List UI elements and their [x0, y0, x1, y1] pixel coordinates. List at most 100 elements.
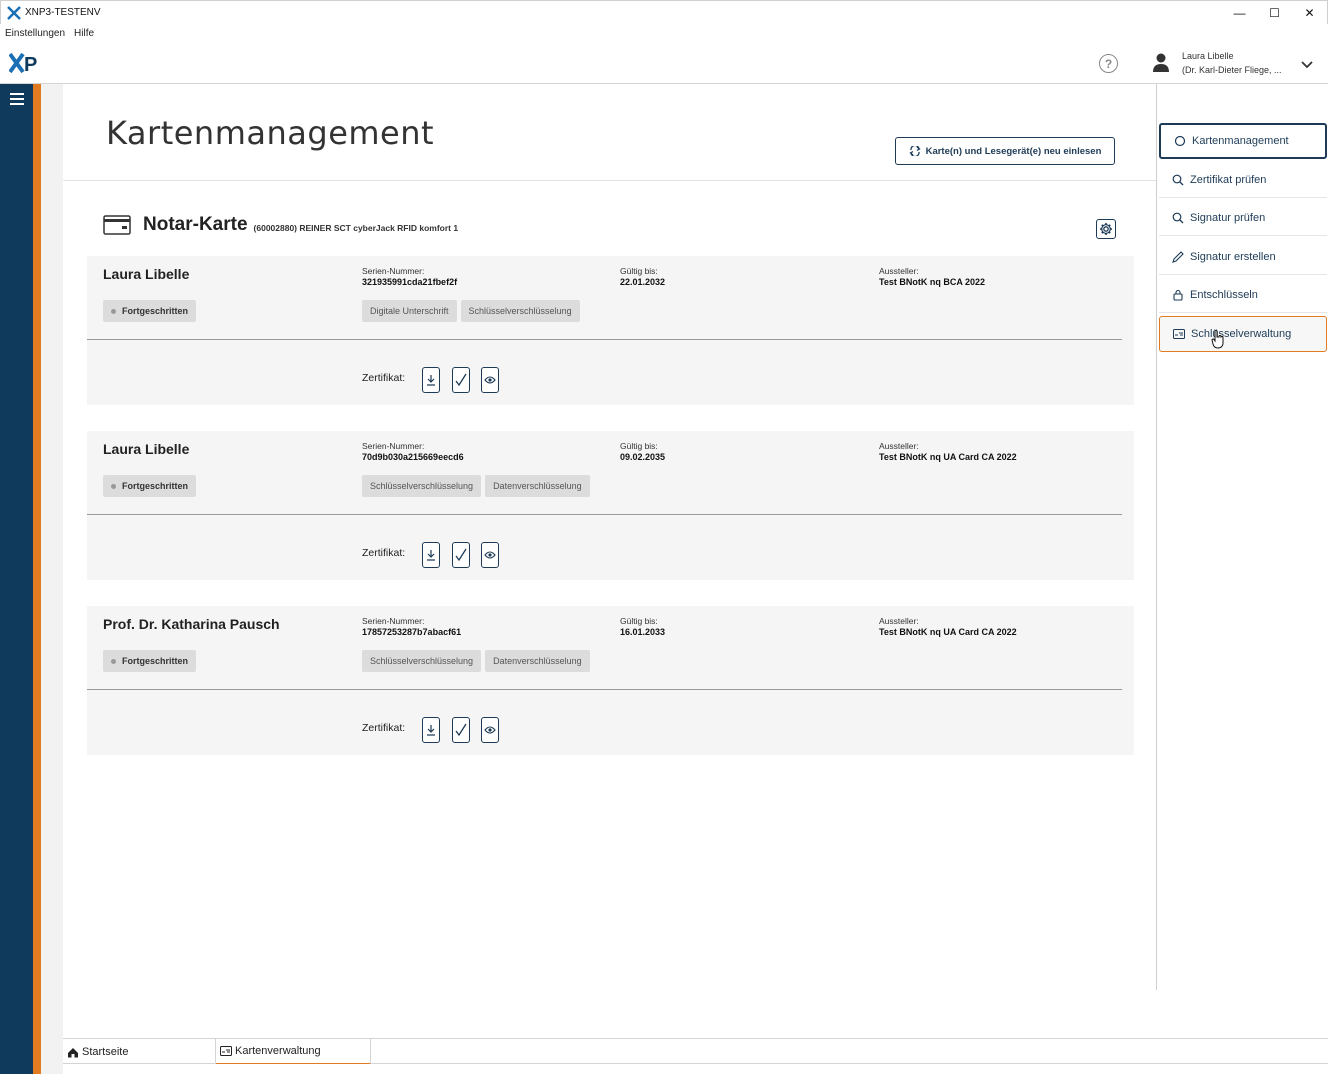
sidebar-item-schluesselverwaltung[interactable]: Schlüsselverwaltung: [1159, 316, 1327, 352]
bottom-tab-bar: Startseite Kartenverwaltung: [63, 1038, 1328, 1065]
verify-certificate-button[interactable]: [452, 717, 470, 743]
security-level-badge: Fortgeschritten: [103, 300, 197, 322]
search-icon: [1171, 173, 1184, 186]
eye-icon: [484, 551, 496, 559]
valid-until-label: Gültig bis:: [620, 616, 658, 626]
sidebar-item-label: Signatur erstellen: [1190, 250, 1276, 263]
certificate-holder-name: Laura Libelle: [103, 441, 190, 457]
help-icon[interactable]: ?: [1099, 54, 1118, 73]
issuer-value: Test BNotK nq UA Card CA 2022: [879, 452, 1017, 462]
card-icon: [220, 1045, 232, 1057]
certificate-holder-name: Laura Libelle: [103, 266, 190, 282]
card-reader-info: (60002880) REINER SCT cyberJack RFID kom…: [253, 222, 459, 233]
level-label: Fortgeschritten: [122, 306, 189, 316]
serial-value: 17857253287b7abacf61: [362, 627, 462, 637]
security-level-badge: Fortgeschritten: [103, 475, 197, 497]
divider: [87, 689, 1122, 690]
sidebar-item-label: Zertifikat prüfen: [1190, 173, 1267, 186]
app-logo-icon: [7, 5, 21, 20]
gear-icon: [1100, 223, 1112, 235]
minimize-button[interactable]: —: [1222, 1, 1257, 25]
maximize-button[interactable]: ☐: [1257, 1, 1292, 25]
verify-certificate-button[interactable]: [452, 367, 470, 393]
level-label: Fortgeschritten: [122, 656, 189, 666]
usage-tag: Datenverschlüsselung: [485, 475, 590, 497]
sidebar-item-signatur-erstellen[interactable]: Signatur erstellen: [1159, 239, 1327, 275]
serial-value: 321935991cda21fbef2f: [362, 277, 458, 287]
issuer-label: Aussteller:: [879, 616, 919, 626]
divider: [87, 514, 1122, 515]
page-title: Kartenmanagement: [106, 114, 435, 152]
pen-icon: [1171, 250, 1184, 263]
valid-until-label: Gültig bis:: [620, 266, 658, 276]
lock-icon: [1171, 288, 1184, 301]
main-content: Kartenmanagement Karte(n) und Lesegerät(…: [63, 84, 1156, 1037]
user-avatar-icon: [1152, 53, 1170, 73]
level-label: Fortgeschritten: [122, 481, 189, 491]
divider: [87, 339, 1122, 340]
sidebar-item-label: Signatur prüfen: [1190, 211, 1266, 224]
xnp-logo: P: [8, 51, 49, 76]
serial-label: Serien-Nummer:: [362, 266, 425, 276]
action-sidebar: Kartenmanagement Zertifikat prüfen Signa…: [1156, 84, 1328, 990]
security-level-badge: Fortgeschritten: [103, 650, 197, 672]
tab-label: Kartenverwaltung: [235, 1045, 321, 1057]
download-certificate-button[interactable]: [422, 367, 440, 393]
sidebar-item-signatur-pruefen[interactable]: Signatur prüfen: [1159, 200, 1327, 236]
view-certificate-button[interactable]: [481, 717, 499, 743]
status-strip: [63, 1064, 1328, 1074]
sidebar-item-zertifikat-pruefen[interactable]: Zertifikat prüfen: [1159, 162, 1327, 198]
certificate-label: Zertifikat:: [362, 372, 406, 384]
usage-tag: Schlüsselverschlüsselung: [362, 650, 482, 672]
menu-bar: Einstellungen Hilfe: [0, 24, 1328, 43]
card-settings-button[interactable]: [1096, 219, 1116, 239]
menu-einstellungen[interactable]: Einstellungen: [5, 28, 65, 39]
view-certificate-button[interactable]: [481, 367, 499, 393]
download-icon: [427, 725, 435, 736]
issuer-label: Aussteller:: [879, 441, 919, 451]
serial-label: Serien-Nummer:: [362, 441, 425, 451]
serial-value: 70d9b030a215669eecd6: [362, 452, 464, 462]
reload-cards-button[interactable]: Karte(n) und Lesegerät(e) neu einlesen: [895, 137, 1115, 165]
usage-tag: Schlüsselverschlüsselung: [460, 300, 580, 322]
divider: [63, 180, 1156, 181]
usage-tag: Schlüsselverschlüsselung: [362, 475, 482, 497]
tab-kartenverwaltung[interactable]: Kartenverwaltung: [216, 1039, 371, 1065]
left-rail: [0, 84, 33, 1074]
close-button[interactable]: ✕: [1292, 1, 1327, 25]
valid-until-label: Gültig bis:: [620, 441, 658, 451]
certificate-label: Zertifikat:: [362, 722, 406, 734]
issuer-value: Test BNotK nq UA Card CA 2022: [879, 627, 1017, 637]
sidebar-item-entschluesseln[interactable]: Entschlüsseln: [1159, 277, 1327, 313]
issuer-label: Aussteller:: [879, 266, 919, 276]
search-icon: [1171, 211, 1184, 224]
home-icon: [67, 1046, 79, 1058]
window-titlebar: XNP3-TESTENV — ☐ ✕: [0, 0, 1328, 24]
svg-text:P: P: [24, 54, 37, 75]
tab-startseite[interactable]: Startseite: [63, 1039, 216, 1065]
usage-tag: Digitale Unterschrift: [362, 300, 457, 322]
download-certificate-button[interactable]: [422, 717, 440, 743]
sidebar-item-kartenmanagement[interactable]: Kartenmanagement: [1159, 123, 1327, 159]
menu-hilfe[interactable]: Hilfe: [74, 28, 94, 39]
card-header: Notar-Karte (60002880) REINER SCT cyberJ…: [103, 212, 458, 238]
checkmark-icon: [455, 723, 467, 737]
chevron-down-icon[interactable]: [1300, 57, 1314, 69]
sidebar-item-label: Schlüsselverwaltung: [1191, 328, 1292, 340]
valid-until-value: 22.01.2032: [620, 277, 666, 287]
eye-icon: [484, 726, 496, 734]
checkmark-icon: [455, 373, 467, 387]
usage-tag: Datenverschlüsselung: [485, 650, 590, 672]
download-certificate-button[interactable]: [422, 542, 440, 568]
verify-certificate-button[interactable]: [452, 542, 470, 568]
hamburger-menu-icon[interactable]: [10, 93, 24, 105]
certificate-label: Zertifikat:: [362, 547, 406, 559]
sidebar-item-label: Kartenmanagement: [1192, 135, 1289, 147]
card-title: Notar-Karte: [143, 214, 248, 235]
download-icon: [427, 375, 435, 386]
view-certificate-button[interactable]: [481, 542, 499, 568]
refresh-circle-icon: [1173, 135, 1186, 148]
certificate-holder-name: Prof. Dr. Katharina Pausch: [103, 616, 280, 632]
valid-until-value: 09.02.2035: [620, 452, 666, 462]
certificate-entry: Prof. Dr. Katharina Pausch Fortgeschritt…: [87, 606, 1134, 755]
